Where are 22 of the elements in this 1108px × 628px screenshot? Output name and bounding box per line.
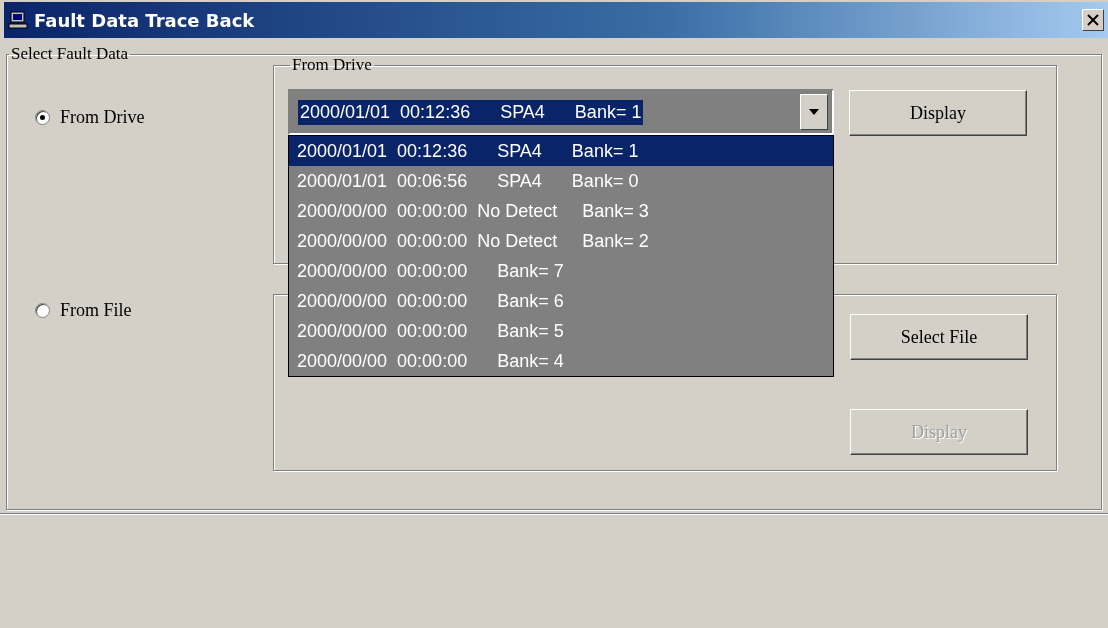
dropdown-item[interactable]: 2000/00/00 00:00:00 Bank= 7 (289, 256, 833, 286)
radio-label: From Drive (60, 107, 145, 128)
dropdown-item[interactable]: 2000/00/00 00:00:00 Bank= 5 (289, 316, 833, 346)
dropdown-item[interactable]: 2000/00/00 00:00:00 Bank= 4 (289, 346, 833, 376)
radio-button[interactable] (35, 303, 50, 318)
dropdown-item[interactable]: 2000/01/01 00:12:36 SPA4 Bank= 1 (289, 136, 833, 166)
select-file-button[interactable]: Select File (850, 314, 1028, 360)
close-icon (1087, 14, 1099, 26)
dropdown-item[interactable]: 2000/00/00 00:00:00 No Detect Bank= 3 (289, 196, 833, 226)
group-label: Select Fault Data (10, 44, 130, 64)
computer-icon (8, 10, 28, 30)
window-title: Fault Data Trace Back (34, 9, 256, 31)
dropdown-item[interactable]: 2000/00/00 00:00:00 No Detect Bank= 2 (289, 226, 833, 256)
dropdown-item[interactable]: 2000/00/00 00:00:00 Bank= 6 (289, 286, 833, 316)
display-button[interactable]: Display (849, 90, 1027, 136)
dropdown-field[interactable]: 2000/01/01 00:12:36 SPA4 Bank= 1 (288, 89, 834, 135)
dropdown-item[interactable]: 2000/01/01 00:06:56 SPA4 Bank= 0 (289, 166, 833, 196)
close-button[interactable] (1082, 9, 1104, 31)
dropdown-value: 2000/01/01 00:12:36 SPA4 Bank= 1 (298, 99, 644, 125)
radio-label: From File (60, 300, 132, 321)
radio-button[interactable] (35, 110, 50, 125)
panel-label: From Drive (291, 55, 373, 75)
